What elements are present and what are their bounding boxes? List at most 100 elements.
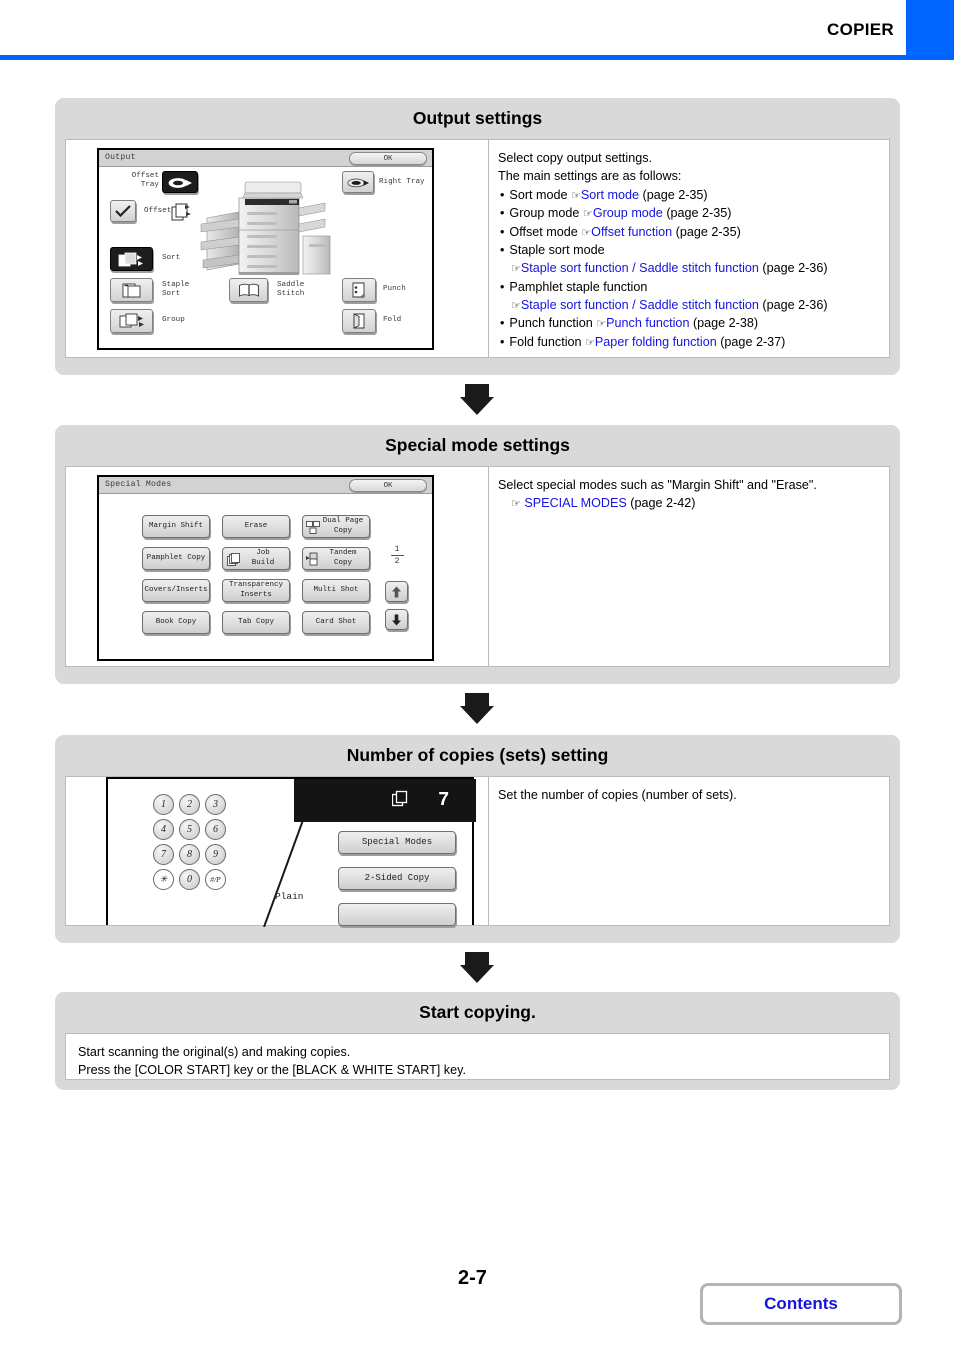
output-screen-title: Output [105,153,136,162]
output-settings-description: Select copy output settings. The main se… [488,140,889,357]
desc-line-1: Select copy output settings. [498,151,653,165]
special-modes-screen-illustration: Special Modes OK Margin Shift Erase Dual… [66,467,488,666]
pointing-hand-icon: ☞ [585,335,595,349]
special-mode-key-margin-shift[interactable]: Margin Shift [142,515,210,538]
contents-button[interactable]: Contents [700,1283,902,1325]
special-mode-key-transparency-inserts[interactable]: Transparency Inserts [222,579,290,602]
pointing-hand-icon: ☞ [511,497,521,511]
label-staple-sort: Staple Sort [162,281,190,299]
group-icon [119,313,144,328]
special-mode-key-multi-shot[interactable]: Multi Shot [302,579,370,602]
label-saddle-stitch: Saddle Stitch [277,281,305,299]
desc-line-2: Press the [COLOR START] key or the [BLAC… [78,1063,466,1078]
keypad-key-asterisk[interactable]: ✳ [153,869,174,890]
output-key-offset-tray[interactable] [162,171,198,193]
keypad-key-3[interactable]: 3 [205,794,226,815]
page-total: 2 [394,557,400,566]
special-mode-key-card-shot[interactable]: Card Shot [302,611,370,634]
keypad-key-5[interactable]: 5 [179,819,200,840]
header-accent-block [906,0,954,55]
cross-ref-link[interactable]: Group mode [593,206,663,220]
output-lcd-screen[interactable]: Output OK Offset Tray Offset Right Tray … [97,148,434,350]
output-checkbox-offset[interactable] [110,200,136,222]
cross-ref-link[interactable]: Staple sort function / Saddle stitch fun… [521,298,759,312]
special-modes-description: Select special modes such as "Margin Shi… [488,467,889,666]
output-key-saddle-stitch[interactable] [229,278,268,302]
cross-ref-link[interactable]: Sort mode [581,188,639,202]
output-key-sort[interactable] [110,247,153,271]
output-key-group[interactable] [110,309,153,333]
cross-ref-link[interactable]: Staple sort function / Saddle stitch fun… [521,261,759,275]
desc-subline: ☞ SPECIAL MODES (page 2-42) [511,496,696,511]
keypad-key-0[interactable]: 0 [179,869,200,890]
operation-panel-frame[interactable]: 1 2 3 4 5 6 7 8 9 ✳ 0 #/P 7 Special Mode… [106,777,476,927]
section-number-of-copies: Number of copies (sets) setting 1 2 3 4 … [55,735,900,943]
special-modes-ok-button[interactable]: OK [349,479,427,492]
output-key-fold[interactable] [342,309,376,333]
page-current: 1 [394,545,400,554]
mfp-illustration-icon [200,181,331,275]
keypad-key-4[interactable]: 4 [153,819,174,840]
arrow-up-icon [392,586,401,597]
header-title: COPIER [827,20,894,39]
desc-line-1: Select special modes such as "Margin Shi… [498,478,817,492]
section-title-number-of-copies: Number of copies (sets) setting [346,745,609,765]
output-key-punch[interactable] [342,278,376,302]
cross-ref-link[interactable]: Punch function [606,316,689,330]
header-rule [0,55,954,60]
panel-button-partial[interactable] [338,903,456,926]
desc-subline: ☞Staple sort function / Saddle stitch fu… [511,298,828,312]
arrow-down-icon [392,614,401,625]
pointing-hand-icon: ☞ [511,262,521,276]
paper-type-label: Plain [275,891,304,902]
label-offset: Offset [144,207,172,215]
special-mode-key-book-copy[interactable]: Book Copy [142,611,210,634]
special-modes-screen-title: Special Modes [105,480,172,489]
special-modes-scroll-up-button[interactable] [385,581,408,602]
panel-button-special-modes[interactable]: Special Modes [338,831,456,854]
panel-button-2-sided-copy[interactable]: 2-Sided Copy [338,867,456,890]
cross-ref-link[interactable]: Offset function [591,225,672,239]
pointing-hand-icon: ☞ [582,207,593,221]
keypad-key-2[interactable]: 2 [179,794,200,815]
keypad-key-6[interactable]: 6 [205,819,226,840]
keypad-key-hash-p[interactable]: #/P [205,869,226,890]
operation-panel-illustration: 1 2 3 4 5 6 7 8 9 ✳ 0 #/P 7 Special Mode… [66,777,488,927]
special-mode-key-job-build[interactable]: Job Build [222,547,290,570]
keypad-key-1[interactable]: 1 [153,794,174,815]
section-special-mode-settings: Special mode settings Special Modes OK M… [55,425,900,684]
output-key-right-tray[interactable] [342,171,374,193]
right-tray-icon [347,178,370,187]
label-offset-tray: Offset Tray [131,172,159,190]
desc-bullet: Staple sort mode [498,241,881,259]
sort-icon [118,252,143,267]
keypad-key-8[interactable]: 8 [179,844,200,865]
output-key-staple-sort[interactable] [110,278,153,302]
output-screen-illustration: Output OK Offset Tray Offset Right Tray … [66,140,488,357]
special-mode-key-tab-copy[interactable]: Tab Copy [222,611,290,634]
label-punch: Punch [383,285,406,293]
desc-bullet: Pamphlet staple function [498,278,881,296]
special-mode-key-covers-inserts[interactable]: Covers/Inserts [142,579,210,602]
desc-bullet: Punch function ☞Punch function (page 2-3… [498,314,881,332]
keypad-key-7[interactable]: 7 [153,844,174,865]
keypad-key-9[interactable]: 9 [205,844,226,865]
output-ok-button[interactable]: OK [349,152,427,165]
section-title-start-copying: Start copying. [419,1002,536,1022]
special-mode-key-tandem-copy[interactable]: Tandem Copy [302,547,370,570]
cross-ref-link[interactable]: Paper folding function [595,335,717,349]
staple-sort-icon [122,283,140,298]
output-paper-flow-icon [171,203,191,221]
output-lcd-titlebar: Output OK [99,150,432,167]
page-header: COPIER [0,0,954,60]
desc-bullet: Group mode ☞Group mode (page 2-35) [498,204,881,222]
desc-bullet: Sort mode ☞Sort mode (page 2-35) [498,186,881,204]
section-body-start-copying: Start scanning the original(s) and makin… [65,1033,890,1080]
special-mode-key-erase[interactable]: Erase [222,515,290,538]
cross-ref-link[interactable]: SPECIAL MODES [524,496,626,510]
special-mode-key-dual-page-copy[interactable]: Dual Page Copy [302,515,370,538]
special-modes-lcd-screen[interactable]: Special Modes OK Margin Shift Erase Dual… [97,475,434,661]
special-modes-scroll-down-button[interactable] [385,609,408,630]
desc-line-1: Start scanning the original(s) and makin… [78,1045,351,1059]
special-mode-key-pamphlet-copy[interactable]: Pamphlet Copy [142,547,210,570]
